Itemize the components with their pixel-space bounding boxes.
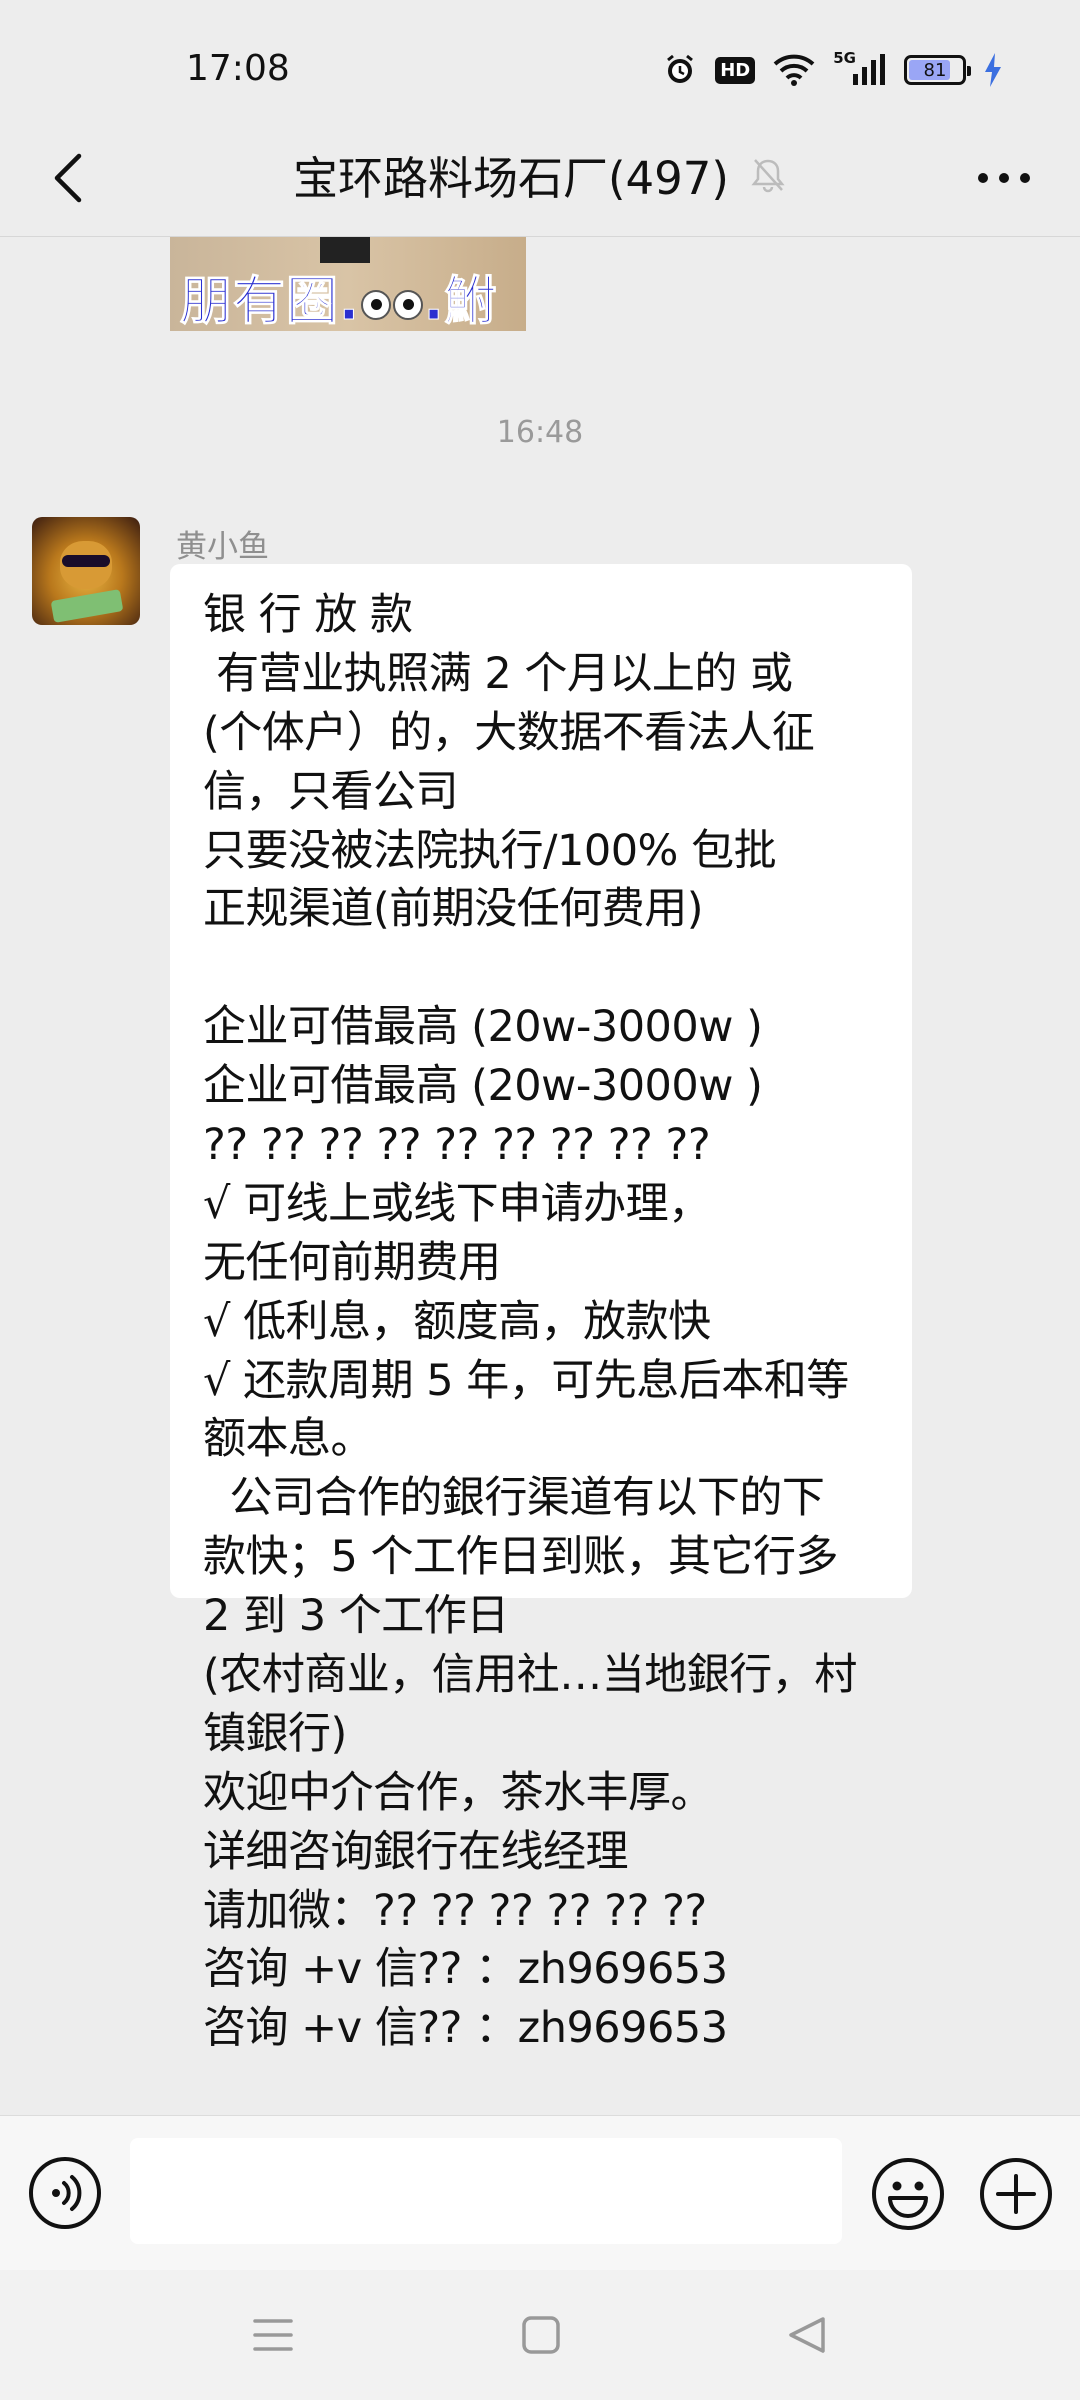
message-input[interactable]: [130, 2138, 842, 2244]
message-line: 详细咨询銀行在线经理: [203, 1826, 629, 1877]
message-line: 镇銀行): [203, 1708, 347, 1759]
previous-message-image[interactable]: 朋有圈. .鮒: [170, 237, 526, 331]
message-line: [203, 939, 882, 998]
more-horizontal-icon: [978, 173, 1030, 183]
voice-icon: [29, 2157, 101, 2229]
message-line: 公司合作的銀行渠道有以下的下: [203, 1473, 825, 1524]
message-line: 咨询 +v 信?? ：zh969653: [203, 1944, 728, 1995]
avatar[interactable]: [32, 517, 140, 625]
message-line: 企业可借最高 (20w-3000w ): [203, 1061, 763, 1112]
message-line: 无任何前期费用: [203, 1237, 501, 1288]
message-line: ?? ?? ?? ?? ?? ?? ?? ?? ??: [203, 1120, 711, 1171]
message-timestamp: 16:48: [496, 415, 584, 450]
chat-area[interactable]: 朋有圈. .鮒 16:48 黄小鱼 银 行 放 款 有营业执照满 2 个月以上的 …: [0, 237, 1080, 2115]
triangle-back-icon: [789, 2317, 825, 2353]
wifi-icon: [773, 54, 815, 86]
emoji-button[interactable]: [870, 2156, 946, 2232]
message-line: 有营业执照满 2 个月以上的 或: [203, 648, 793, 699]
message-bubble[interactable]: 银 行 放 款 有营业执照满 2 个月以上的 或 (个体户）的，大数据不看法人征信…: [170, 564, 912, 2053]
voice-button[interactable]: [28, 2156, 102, 2230]
message-line: 欢迎中介合作，茶水丰厚。: [203, 1767, 714, 1818]
plus-circle-icon: [980, 2158, 1052, 2230]
message-line: 额本息。: [203, 1414, 374, 1465]
avatar-glasses: [62, 555, 110, 567]
home-button[interactable]: [506, 2300, 576, 2370]
message-line: 请加微：?? ?? ?? ?? ?? ??: [203, 1885, 707, 1936]
message-line: √ 可线上或线下申请办理，: [203, 1178, 711, 1229]
alarm-icon: [663, 53, 697, 87]
charging-icon: [984, 53, 1002, 87]
menu-icon: [253, 2319, 293, 2351]
menu-button[interactable]: [238, 2300, 308, 2370]
message-line: (个体户）的，大数据不看法人征: [203, 707, 815, 758]
battery-level: 81: [923, 59, 947, 81]
home-square-icon: [522, 2316, 560, 2354]
status-time: 17:08: [186, 48, 290, 89]
more-actions-button[interactable]: [978, 2156, 1054, 2232]
system-navigation-bar: [0, 2270, 1080, 2400]
battery-icon: 81: [904, 55, 971, 85]
nav-back-button[interactable]: [772, 2300, 842, 2370]
status-icons: HD 5G 81: [663, 49, 1002, 90]
header-title-area: 宝环路料场石厂(497): [0, 142, 1080, 207]
message-line: 企业可借最高 (20w-3000w ): [203, 1002, 763, 1053]
network-label: 5G: [833, 49, 856, 67]
signal-icon: 5G: [833, 49, 886, 86]
page-title: 宝环路料场石厂(497): [292, 152, 729, 205]
message-line: 只要没被法院执行/100% 包批: [203, 825, 777, 876]
message-line: √ 还款周期 5 年，可先息后本和等: [203, 1355, 849, 1406]
message-line: 款快；5 个工作日到账，其它行多: [203, 1532, 839, 1583]
eye-icon: [360, 290, 391, 320]
message-line: √ 低利息，额度高，放款快: [203, 1296, 711, 1347]
message-line: 咨询 +v 信?? ：zh969653: [203, 2003, 728, 2054]
input-bar: [0, 2115, 1080, 2271]
eye-icon: [392, 290, 423, 320]
bell-off-icon: [749, 156, 787, 194]
message-line: 银 行 放 款: [203, 590, 413, 640]
message-line: (农村商业，信用社…当地銀行，村: [203, 1650, 857, 1701]
sender-name: 黄小鱼: [176, 529, 269, 565]
more-options-button[interactable]: [964, 146, 1044, 210]
message-line: 信，只看公司: [203, 766, 459, 817]
message-line: 2 到 3 个工作日: [203, 1591, 509, 1642]
previous-image-caption: 朋有圈. .鮒: [180, 272, 498, 332]
emoji-icon: [872, 2158, 944, 2230]
chat-header: 宝环路料场石厂(497): [0, 118, 1080, 237]
message-line: 正规渠道(前期没任何费用): [203, 884, 704, 935]
hd-icon: HD: [715, 56, 756, 84]
avatar-money: [50, 589, 124, 623]
